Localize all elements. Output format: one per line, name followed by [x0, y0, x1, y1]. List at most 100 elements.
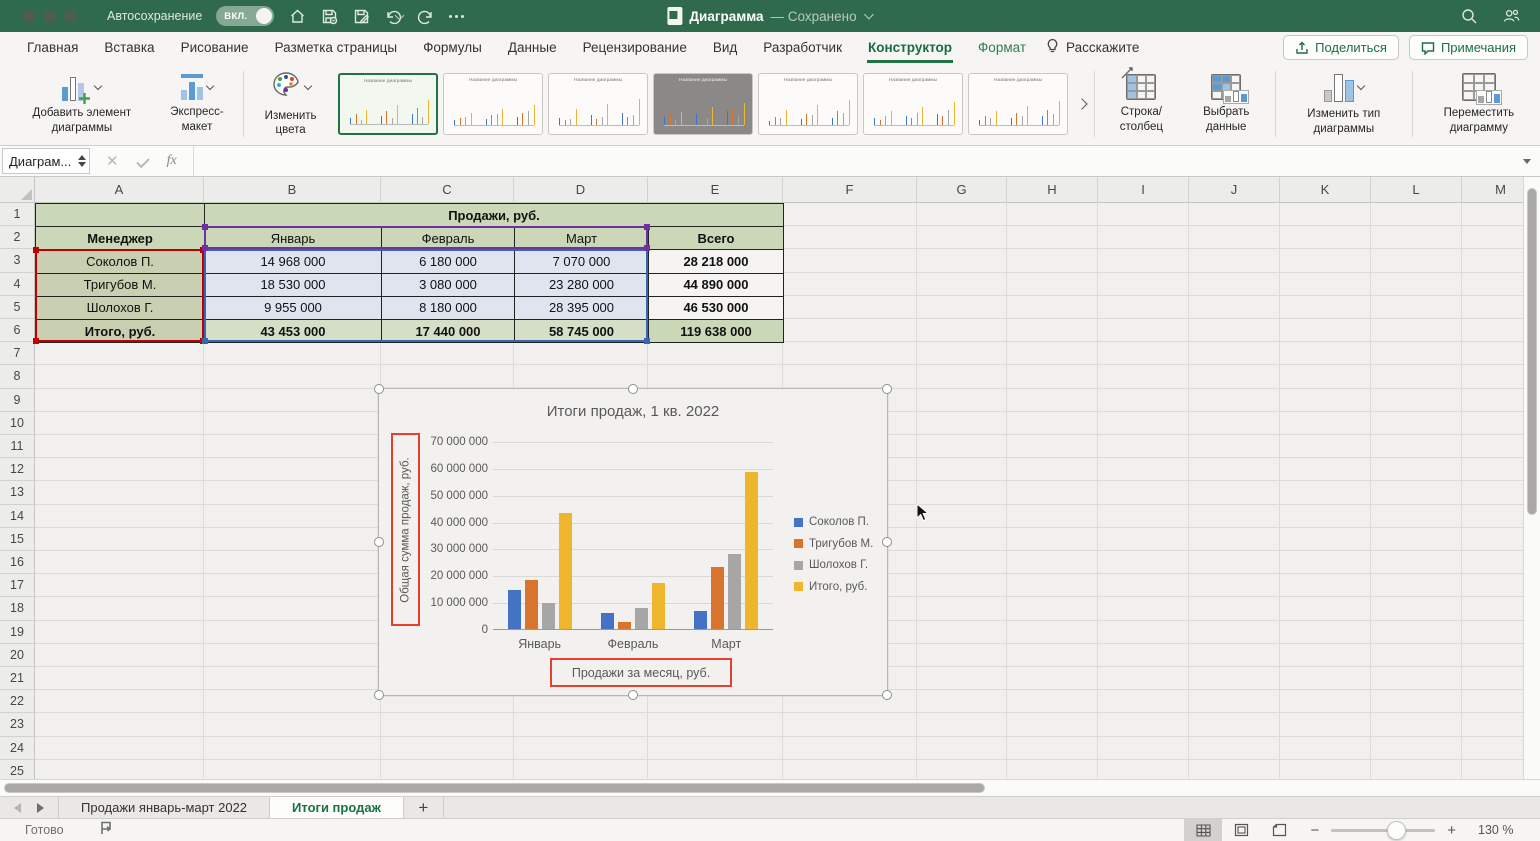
- row-header-1[interactable]: 1: [0, 203, 35, 227]
- next-sheet-arrow-icon[interactable]: [37, 802, 44, 813]
- column-header-E[interactable]: E: [648, 177, 783, 203]
- column-header-B[interactable]: B: [204, 177, 381, 203]
- share-people-icon[interactable]: [1502, 7, 1520, 25]
- legend-item[interactable]: Тригубов М.: [794, 538, 873, 550]
- table-header-cell[interactable]: Менеджер: [36, 227, 205, 251]
- vertical-scrollbar[interactable]: [1523, 177, 1540, 779]
- table-cell[interactable]: 17 440 000: [382, 319, 515, 344]
- bar-Шолохов Г.[interactable]: [541, 603, 555, 630]
- chart-resize-handle[interactable]: [882, 384, 892, 394]
- table-header-cell[interactable]: Январь: [205, 227, 382, 251]
- table-cell[interactable]: 6 180 000: [382, 250, 515, 274]
- ribbon-tab-данные[interactable]: Данные: [495, 32, 570, 63]
- chart-resize-handle[interactable]: [628, 384, 638, 394]
- plot-area[interactable]: [493, 442, 773, 630]
- bar-Итого, руб.[interactable]: [651, 583, 665, 630]
- chart-resize-handle[interactable]: [374, 690, 384, 700]
- row-header-12[interactable]: 12: [0, 458, 35, 482]
- enter-check-icon[interactable]: [135, 154, 150, 168]
- add-sheet-button[interactable]: +: [404, 797, 444, 818]
- row-header-21[interactable]: 21: [0, 667, 35, 691]
- zoom-slider[interactable]: [1331, 819, 1436, 841]
- chart-style-thumbnail-1[interactable]: Название диаграммы: [338, 73, 439, 135]
- formula-input[interactable]: [192, 146, 1514, 176]
- table-header-cell[interactable]: Март: [515, 227, 649, 251]
- chart-title[interactable]: Итоги продаж, 1 кв. 2022: [379, 403, 887, 420]
- row-header-13[interactable]: 13: [0, 481, 35, 505]
- chart-resize-handle[interactable]: [374, 384, 384, 394]
- share-button[interactable]: Поделиться: [1283, 35, 1399, 60]
- row-header-5[interactable]: 5: [0, 295, 35, 319]
- chart-style-thumbnail-4[interactable]: Название диаграммы: [653, 73, 754, 135]
- zoom-window-button[interactable]: [64, 9, 77, 23]
- table-cell[interactable]: Итого, руб.: [36, 319, 205, 344]
- chart-resize-handle[interactable]: [882, 690, 892, 700]
- bar-Тригубов М.[interactable]: [711, 567, 725, 630]
- bar-Шолохов Г.[interactable]: [634, 608, 648, 630]
- bar-Шолохов Г.[interactable]: [728, 554, 742, 630]
- row-header-2[interactable]: 2: [0, 226, 35, 250]
- chart-resize-handle[interactable]: [374, 537, 384, 547]
- change-chart-type-button[interactable]: Изменить тип диаграммы: [1281, 67, 1407, 141]
- column-header-H[interactable]: H: [1007, 177, 1098, 203]
- table-cell[interactable]: 23 280 000: [515, 273, 649, 297]
- table-cell[interactable]: 28 218 000: [649, 250, 784, 274]
- ribbon-tab-формат[interactable]: Формат: [965, 32, 1039, 63]
- legend-item[interactable]: Соколов П.: [794, 516, 873, 528]
- table-cell[interactable]: 43 453 000: [205, 319, 382, 344]
- column-header-J[interactable]: J: [1189, 177, 1280, 203]
- ribbon-tab-формулы[interactable]: Формулы: [410, 32, 495, 63]
- chart-style-thumbnail-5[interactable]: Название диаграммы: [758, 73, 859, 135]
- row-header-10[interactable]: 10: [0, 411, 35, 435]
- table-title-cell[interactable]: Продажи, руб.: [205, 204, 784, 228]
- switch-row-column-button[interactable]: Строка/столбец: [1100, 67, 1183, 141]
- column-header-G[interactable]: G: [917, 177, 1007, 203]
- row-header-15[interactable]: 15: [0, 527, 35, 551]
- table-cell[interactable]: 3 080 000: [382, 273, 515, 297]
- column-header-C[interactable]: C: [381, 177, 514, 203]
- chart-style-thumbnail-7[interactable]: Название диаграммы: [968, 73, 1069, 135]
- ribbon-tab-разработчик[interactable]: Разработчик: [750, 32, 855, 63]
- normal-view-button[interactable]: [1184, 819, 1223, 841]
- table-cell[interactable]: 18 530 000: [205, 273, 382, 297]
- page-break-view-button[interactable]: [1260, 819, 1298, 841]
- x-axis-title-highlight[interactable]: Продажи за месяц, руб.: [550, 658, 732, 687]
- tell-me-control[interactable]: Расскажите: [1045, 38, 1139, 57]
- insert-function-icon[interactable]: fx: [167, 153, 177, 169]
- column-header-A[interactable]: A: [35, 177, 204, 203]
- row-header-14[interactable]: 14: [0, 504, 35, 528]
- horizontal-scrollbar-thumb[interactable]: [4, 783, 985, 793]
- redo-icon[interactable]: [417, 7, 435, 25]
- legend-item[interactable]: Итого, руб.: [794, 581, 873, 593]
- document-title-area[interactable]: Диаграмма — Сохранено: [667, 7, 875, 25]
- ribbon-tab-вид[interactable]: Вид: [700, 32, 750, 63]
- bar-Соколов П.[interactable]: [507, 590, 521, 630]
- formula-bar-expand-icon[interactable]: [1514, 146, 1540, 176]
- home-icon[interactable]: [288, 7, 306, 25]
- table-cell[interactable]: 119 638 000: [649, 319, 784, 344]
- ribbon-tab-конструктор[interactable]: Конструктор: [855, 32, 965, 63]
- chart-style-thumbnail-6[interactable]: Название диаграммы: [863, 73, 964, 135]
- autosave-toggle[interactable]: ВКЛ.: [216, 6, 275, 26]
- bar-Соколов П.[interactable]: [694, 611, 708, 630]
- table-cell[interactable]: Тригубов М.: [36, 273, 205, 297]
- table-cell[interactable]: Соколов П.: [36, 250, 205, 274]
- minimize-window-button[interactable]: [43, 9, 56, 23]
- horizontal-scrollbar[interactable]: [0, 779, 1540, 796]
- table-cell[interactable]: 28 395 000: [515, 296, 649, 320]
- vertical-scrollbar-thumb[interactable]: [1527, 188, 1537, 515]
- row-header-4[interactable]: 4: [0, 272, 35, 296]
- row-header-18[interactable]: 18: [0, 597, 35, 621]
- chart-style-thumbnail-3[interactable]: Название диаграммы: [548, 73, 649, 135]
- save-icon[interactable]: [320, 7, 338, 25]
- table-cell[interactable]: 7 070 000: [515, 250, 649, 274]
- zoom-slider-knob[interactable]: [1387, 821, 1407, 840]
- ribbon-tab-рецензирование[interactable]: Рецензирование: [570, 32, 700, 63]
- row-header-6[interactable]: 6: [0, 319, 35, 343]
- ribbon-tab-главная[interactable]: Главная: [14, 32, 91, 63]
- row-header-9[interactable]: 9: [0, 388, 35, 412]
- row-header-19[interactable]: 19: [0, 620, 35, 644]
- bar-Итого, руб.[interactable]: [558, 513, 572, 630]
- sheet-tab-inactive[interactable]: Продажи январь-март 2022: [59, 797, 271, 818]
- search-icon[interactable]: [1460, 7, 1478, 25]
